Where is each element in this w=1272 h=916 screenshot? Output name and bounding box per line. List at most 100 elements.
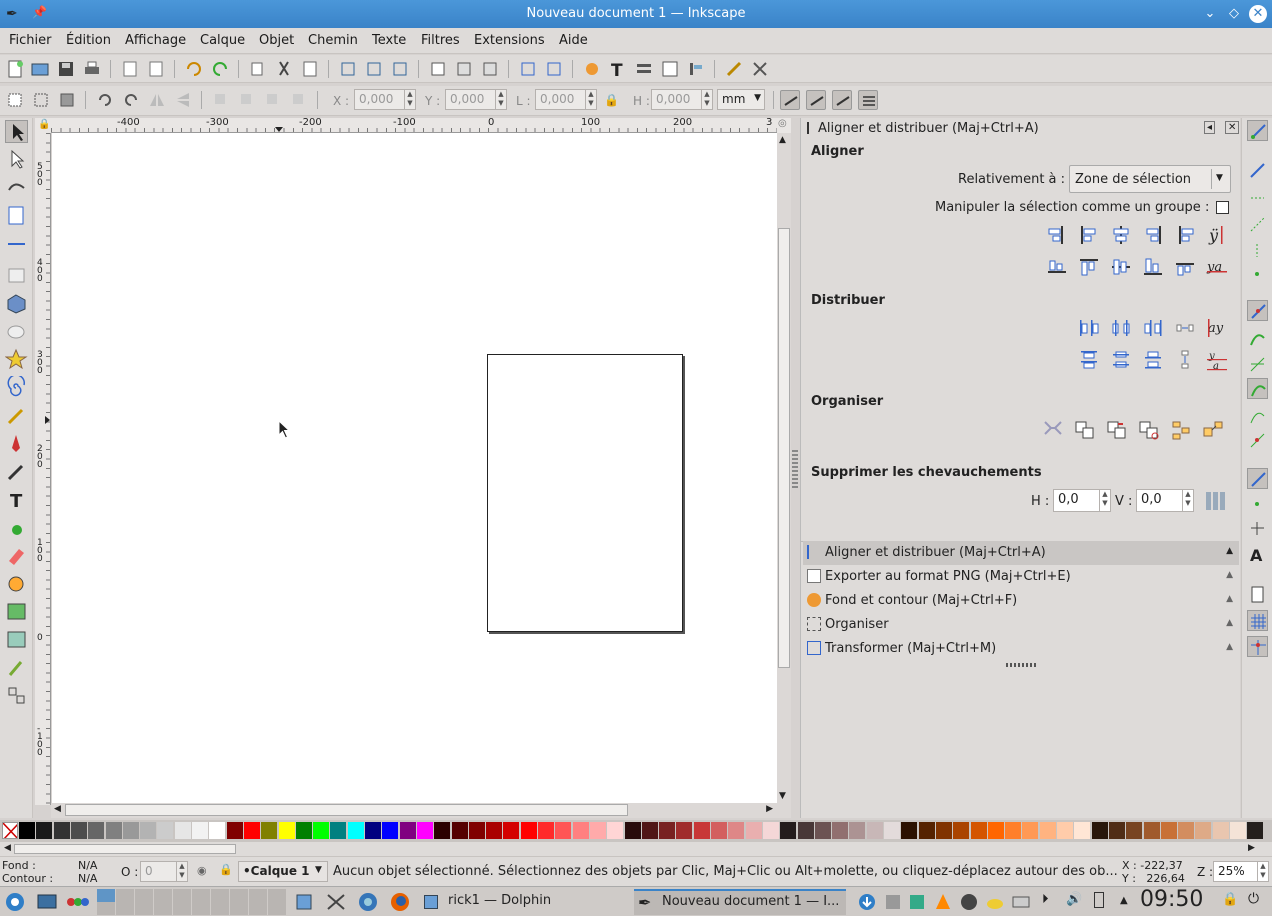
color-swatch[interactable] bbox=[745, 822, 762, 839]
text-font-icon[interactable]: T bbox=[608, 59, 628, 81]
color-swatch[interactable] bbox=[987, 822, 1004, 839]
transform-gradients-icon[interactable] bbox=[832, 90, 852, 110]
color-swatch[interactable] bbox=[659, 822, 676, 839]
randomize-centers-icon[interactable] bbox=[1169, 418, 1193, 442]
expand-up-icon[interactable]: ▲ bbox=[1226, 618, 1233, 628]
distribute-baselines-vertical-icon[interactable]: ya bbox=[1205, 348, 1229, 372]
color-swatch[interactable] bbox=[1091, 822, 1108, 839]
snap-bbox-edges-icon[interactable] bbox=[1247, 188, 1268, 209]
vlc-icon[interactable] bbox=[932, 889, 954, 915]
distribute-right-edges-icon[interactable] bbox=[1141, 316, 1165, 340]
clipboard-tray-icon[interactable] bbox=[882, 889, 904, 915]
text-tool-icon[interactable]: T bbox=[5, 488, 28, 512]
opacity-spin-arrows[interactable]: ▲ ▼ bbox=[176, 862, 187, 881]
color-swatch[interactable] bbox=[243, 822, 260, 839]
color-swatch[interactable] bbox=[278, 822, 295, 839]
color-swatch[interactable] bbox=[157, 822, 174, 839]
menu-chemin[interactable]: Chemin bbox=[308, 33, 358, 48]
browser-konqueror-icon[interactable] bbox=[356, 889, 380, 915]
treat-as-group-checkbox[interactable] bbox=[1216, 201, 1229, 214]
open-icon[interactable] bbox=[30, 59, 50, 79]
color-swatch[interactable] bbox=[36, 822, 53, 839]
dialog-entry-export-png[interactable]: Exporter au format PNG (Maj+Ctrl+E) ▲ bbox=[803, 565, 1239, 589]
height-spin-arrows[interactable]: ▲ ▼ bbox=[701, 90, 712, 109]
close-icon[interactable]: ✕ bbox=[1225, 121, 1240, 134]
vertical-scroll-thumb[interactable] bbox=[778, 228, 790, 668]
color-swatch[interactable] bbox=[1039, 822, 1056, 839]
graph-layout-icon[interactable] bbox=[1041, 416, 1065, 440]
color-swatch[interactable] bbox=[1212, 822, 1229, 839]
width-input[interactable]: 0,000 ▲ ▼ bbox=[535, 89, 597, 110]
menu-aide[interactable]: Aide bbox=[559, 33, 588, 48]
color-swatch[interactable] bbox=[711, 822, 727, 839]
relative-to-select[interactable]: Zone de sélection ▼ bbox=[1069, 165, 1231, 193]
center-horizontal-axis-icon[interactable] bbox=[1109, 255, 1133, 279]
color-swatch[interactable] bbox=[53, 822, 70, 839]
scroll-up-icon[interactable]: ▲ bbox=[779, 135, 786, 145]
color-swatch[interactable] bbox=[347, 822, 364, 839]
zoom-input[interactable]: 25% ▲ ▼ bbox=[1213, 861, 1269, 882]
zoom-selection-icon[interactable] bbox=[338, 59, 358, 79]
horizontal-scrollbar[interactable]: ◀ ▶ bbox=[51, 803, 777, 818]
maximize-icon[interactable]: ◇ bbox=[1225, 5, 1243, 23]
color-swatch[interactable] bbox=[832, 822, 849, 839]
color-swatch[interactable] bbox=[1247, 822, 1264, 839]
color-swatch[interactable] bbox=[451, 822, 468, 839]
selector-tool-icon[interactable] bbox=[5, 120, 28, 143]
color-swatch[interactable] bbox=[313, 822, 330, 839]
dropper-tool-icon[interactable] bbox=[5, 656, 28, 679]
color-swatch[interactable] bbox=[589, 822, 606, 839]
align-distribute-icon[interactable] bbox=[686, 59, 706, 79]
align-text-baseline-horizontal-icon[interactable]: ÿ bbox=[1205, 223, 1229, 247]
lower-icon[interactable] bbox=[263, 90, 283, 110]
task-dolphin[interactable]: rick1 — Dolphin bbox=[420, 889, 630, 915]
task-inkscape-active[interactable]: ✒ Nouveau document 1 — I... bbox=[634, 889, 846, 915]
color-swatch[interactable] bbox=[399, 822, 416, 839]
align-right-edges-icon[interactable] bbox=[1141, 223, 1165, 247]
snap-bbox-midpoints-icon[interactable] bbox=[1247, 240, 1268, 261]
color-swatch[interactable] bbox=[728, 822, 745, 839]
document-properties-icon[interactable] bbox=[750, 59, 770, 79]
snap-object-midpoints-icon[interactable] bbox=[1247, 494, 1268, 515]
scale-corners-icon[interactable] bbox=[806, 90, 826, 110]
invert-selection-icon[interactable] bbox=[57, 90, 77, 110]
color-swatch[interactable] bbox=[762, 822, 779, 839]
dialog-entry-arrange[interactable]: Organiser ▲ bbox=[803, 613, 1239, 637]
power-icon[interactable]: ⏻ bbox=[1248, 891, 1259, 907]
color-swatch[interactable] bbox=[88, 822, 105, 839]
color-swatch[interactable] bbox=[295, 822, 312, 839]
paint-bucket-tool-icon[interactable] bbox=[5, 572, 28, 595]
menu-filtres[interactable]: Filtres bbox=[421, 33, 460, 48]
color-swatch[interactable] bbox=[572, 822, 589, 839]
snap-page-border-icon[interactable] bbox=[1247, 584, 1268, 605]
color-swatch[interactable] bbox=[797, 822, 814, 839]
color-swatch[interactable] bbox=[503, 822, 520, 839]
select-all-layers-icon[interactable] bbox=[31, 90, 51, 110]
color-swatch[interactable] bbox=[814, 822, 831, 839]
snap-rotation-center-icon[interactable] bbox=[1247, 518, 1268, 539]
3d-box-tool-icon[interactable] bbox=[5, 292, 28, 315]
align-bottom-to-top-anchor-icon[interactable] bbox=[1045, 255, 1069, 279]
tweak-tool-icon[interactable] bbox=[5, 176, 28, 199]
undo-icon[interactable] bbox=[184, 59, 204, 79]
distribute-baselines-horizontal-icon[interactable]: ay bbox=[1205, 316, 1229, 340]
connector-tool-icon[interactable] bbox=[5, 684, 28, 707]
expand-up-icon[interactable]: ▲ bbox=[1226, 546, 1233, 556]
snap-paths-icon[interactable] bbox=[1247, 328, 1268, 349]
color-swatch[interactable] bbox=[416, 822, 433, 839]
group-icon[interactable] bbox=[518, 59, 538, 79]
overlap-h-spin-arrows[interactable]: ▲ ▼ bbox=[1099, 490, 1110, 511]
y-spin-arrows[interactable]: ▲ ▼ bbox=[495, 90, 506, 109]
duplicate-icon[interactable] bbox=[428, 59, 448, 79]
color-swatch[interactable] bbox=[261, 822, 278, 839]
snap-bbox-icon[interactable] bbox=[1247, 160, 1268, 181]
menu-objet[interactable]: Objet bbox=[259, 33, 294, 48]
dialog-entry-transform[interactable]: Transformer (Maj+Ctrl+M) ▲ bbox=[803, 637, 1239, 661]
show-desktop-icon[interactable] bbox=[35, 889, 59, 915]
color-swatch[interactable] bbox=[780, 822, 797, 839]
ungroup-icon[interactable] bbox=[544, 59, 564, 79]
toggle-layer-visibility-icon[interactable]: ◉ bbox=[197, 864, 207, 877]
mesh-tool-icon[interactable] bbox=[5, 628, 28, 651]
zoom-drawing-icon[interactable] bbox=[364, 59, 384, 79]
palette-scrollbar[interactable]: ◀ ▶ bbox=[0, 842, 1272, 856]
